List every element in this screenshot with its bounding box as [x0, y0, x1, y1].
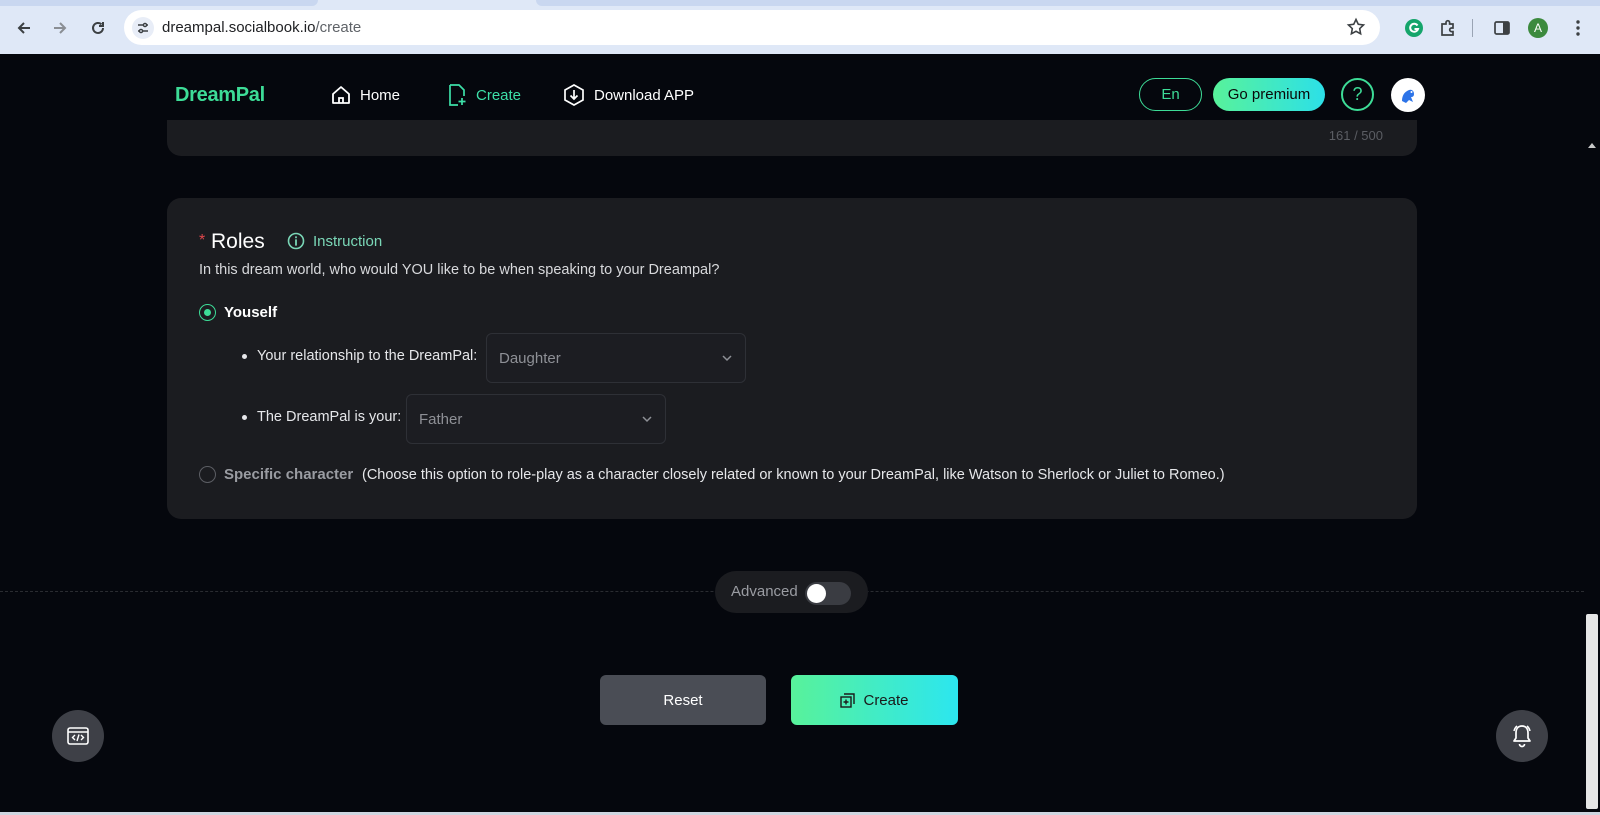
scrollbar-thumb[interactable]: [1586, 614, 1598, 809]
option-specific-label[interactable]: Specific character: [224, 466, 353, 483]
side-panel-icon[interactable]: [1490, 16, 1514, 40]
relationship-row: Your relationship to the DreamPal:: [242, 348, 477, 364]
nav-download-label: Download APP: [594, 86, 695, 104]
download-icon: [564, 84, 584, 106]
dreampal-is-value: Father: [419, 410, 463, 428]
bell-icon: [1513, 725, 1531, 748]
nav-home[interactable]: Home: [330, 80, 400, 110]
roles-card: * Roles Instruction In this dream world,…: [167, 198, 1417, 519]
dreampal-is-label: The DreamPal is your:: [257, 409, 402, 425]
dreampal-is-select[interactable]: Father: [406, 394, 666, 444]
radio-yourself[interactable]: [199, 304, 216, 321]
site-logo[interactable]: DreamPal: [175, 84, 265, 107]
advanced-switch[interactable]: [805, 582, 851, 605]
site-info-icon[interactable]: [132, 16, 154, 39]
user-avatar[interactable]: [1391, 78, 1425, 112]
chevron-down-icon: [722, 355, 732, 362]
advanced-label: Advanced: [731, 583, 798, 600]
relationship-label: Your relationship to the DreamPal:: [257, 348, 478, 364]
create-button-label: Create: [863, 691, 909, 709]
option-yourself-label[interactable]: Youself: [224, 304, 277, 321]
back-icon[interactable]: [10, 14, 38, 42]
language-button[interactable]: En: [1139, 78, 1202, 111]
help-button[interactable]: ?: [1341, 78, 1374, 111]
address-bar[interactable]: dreampal.socialbook.io/create: [124, 10, 1380, 45]
user-avatar-icon: [1402, 89, 1414, 103]
instruction-label: Instruction: [313, 232, 383, 250]
relationship-value: Daughter: [499, 349, 561, 367]
create-file-icon: [449, 84, 466, 106]
bullet-dot: [242, 414, 247, 420]
radio-specific-character[interactable]: [199, 466, 216, 483]
specific-character-description: (Choose this option to role-play as a ch…: [362, 467, 1225, 483]
code-window-icon: [67, 727, 89, 745]
forward-icon[interactable]: [46, 14, 74, 42]
nav-download-app[interactable]: Download APP: [562, 80, 694, 110]
char-counter: 161 / 500: [1328, 128, 1383, 143]
nav-home-label: Home: [360, 86, 401, 104]
url-host: dreampal.socialbook.io: [162, 19, 316, 36]
tab-background: [536, 0, 1600, 6]
url-text: dreampal.socialbook.io/create: [162, 19, 361, 36]
switch-knob: [807, 584, 826, 603]
relationship-select[interactable]: Daughter: [486, 333, 746, 383]
scroll-up-arrow-icon[interactable]: [1588, 143, 1596, 148]
bullet-dot: [242, 353, 247, 359]
tab-background: [0, 0, 318, 6]
advanced-toggle-pill: Advanced: [715, 571, 868, 613]
create-button[interactable]: Create: [791, 675, 958, 725]
dreampal-is-row: The DreamPal is your:: [242, 409, 401, 425]
required-asterisk: *: [199, 232, 206, 249]
roles-title: Roles: [211, 230, 265, 253]
instruction-link[interactable]: Instruction: [287, 232, 382, 250]
description-card: 161 / 500: [167, 120, 1417, 156]
reset-button[interactable]: Reset: [600, 675, 766, 725]
extensions-puzzle-icon[interactable]: [1436, 16, 1460, 40]
nav-create[interactable]: Create: [446, 80, 521, 110]
browser-menu-icon[interactable]: [1566, 16, 1590, 40]
reload-icon[interactable]: [84, 14, 112, 42]
go-premium-button[interactable]: Go premium: [1213, 78, 1325, 111]
grammarly-extension-icon[interactable]: [1402, 16, 1426, 40]
tab-strip: [0, 0, 1600, 6]
create-plus-icon: [840, 692, 856, 708]
profile-avatar[interactable]: A: [1528, 18, 1548, 38]
url-path: /create: [315, 19, 362, 36]
embed-code-button[interactable]: [52, 710, 104, 762]
roles-description: In this dream world, who would YOU like …: [199, 262, 720, 278]
toolbar-separator: [1472, 19, 1473, 37]
browser-toolbar: dreampal.socialbook.io/create A: [0, 0, 1600, 54]
notification-button[interactable]: [1496, 710, 1548, 762]
page-scrollbar[interactable]: [1584, 136, 1600, 815]
chevron-down-icon: [642, 416, 652, 423]
info-icon: [287, 232, 305, 250]
bookmark-star-icon[interactable]: [1346, 17, 1366, 37]
home-icon: [332, 86, 350, 104]
nav-create-label: Create: [476, 86, 522, 104]
